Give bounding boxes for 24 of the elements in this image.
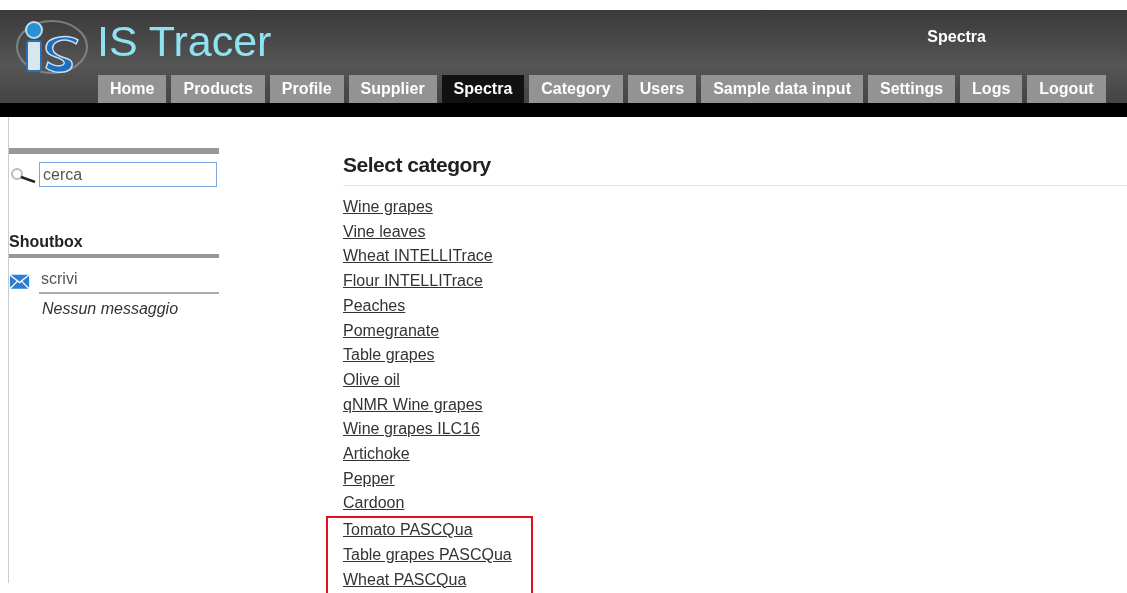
category-link[interactable]: qNMR Wine grapes xyxy=(343,392,483,418)
category-link[interactable]: Cardoon xyxy=(343,491,405,517)
category-link[interactable]: Wine grapes xyxy=(343,195,433,220)
category-link[interactable]: Flour INTELLITrace xyxy=(343,269,483,294)
page-name: Spectra xyxy=(927,28,986,46)
category-link[interactable]: Artichoke xyxy=(343,442,410,467)
category-link[interactable]: Table grapes PASCQua xyxy=(343,542,512,568)
app-title: IS Tracer xyxy=(97,20,272,63)
category-link[interactable]: Table grapes xyxy=(343,343,435,368)
search-field[interactable]: cerca xyxy=(39,162,217,187)
category-link[interactable]: Vine leaves xyxy=(343,219,426,245)
search-icon xyxy=(9,166,37,183)
category-link[interactable]: Peaches xyxy=(343,293,406,319)
category-link[interactable]: Olive oil xyxy=(343,367,400,393)
category-link[interactable]: Pepper xyxy=(343,466,395,492)
category-link[interactable]: Wine grapes ILC16 xyxy=(343,417,480,443)
category-link[interactable]: Wheat PASCQua xyxy=(343,567,467,593)
category-link[interactable]: Pomegranate xyxy=(343,318,440,344)
empty-message: Nessun messaggio xyxy=(42,300,180,318)
nav-tab[interactable]: Spectra xyxy=(441,75,525,103)
category-link[interactable]: Tomato PASCQua xyxy=(343,518,473,543)
section-heading: Select category xyxy=(343,153,1127,186)
category-link[interactable]: Wheat INTELLITrace xyxy=(343,244,493,270)
shoutbox-heading: Shoutbox xyxy=(9,233,84,251)
